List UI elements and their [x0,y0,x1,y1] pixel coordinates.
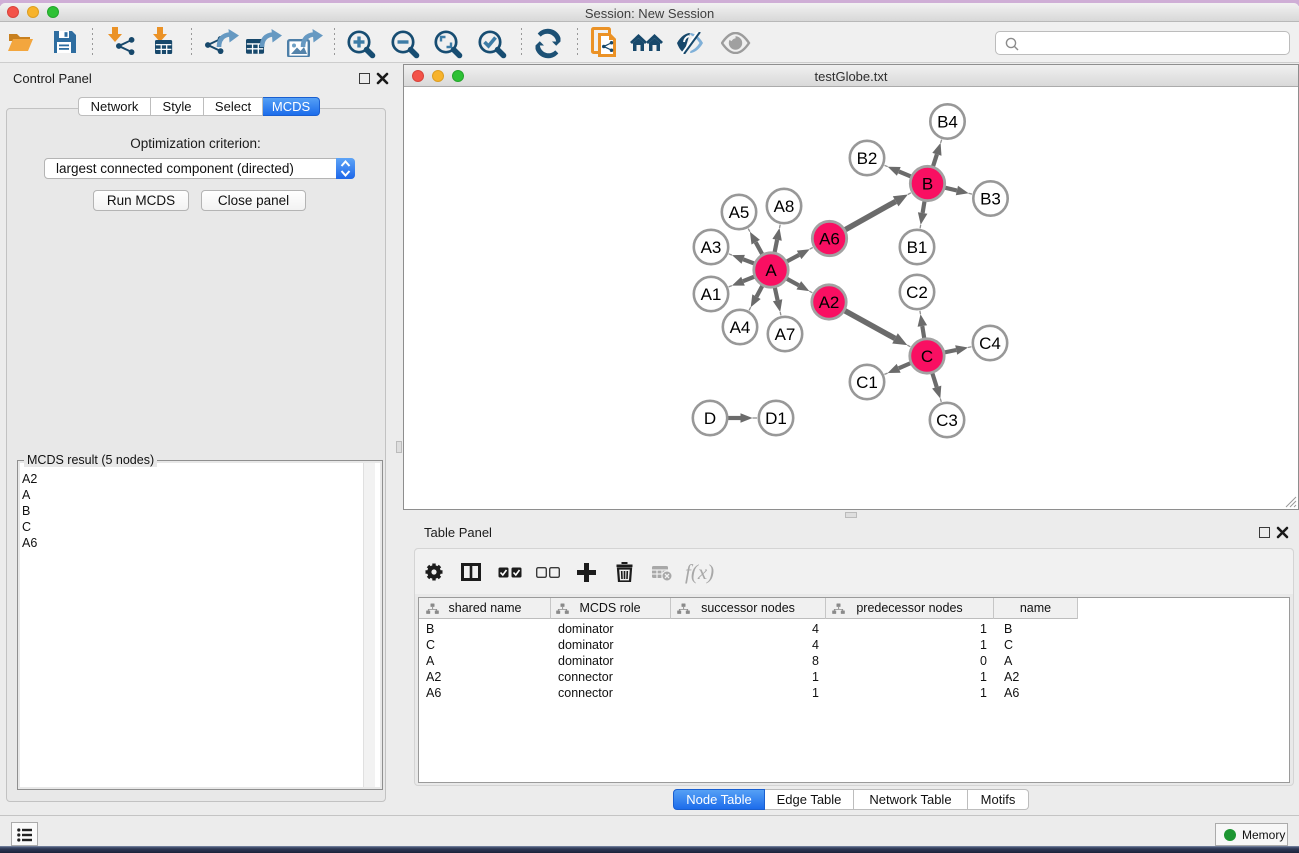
svg-text:C4: C4 [979,334,1001,353]
svg-text:A2: A2 [819,293,840,312]
svg-text:D1: D1 [765,409,787,428]
svg-text:C1: C1 [856,373,878,392]
svg-text:A7: A7 [775,325,796,344]
svg-text:B3: B3 [980,190,1001,209]
svg-text:A8: A8 [774,197,795,216]
svg-text:C: C [921,347,933,366]
svg-text:A: A [765,261,777,280]
svg-text:C3: C3 [936,411,958,430]
svg-text:B4: B4 [937,113,958,132]
svg-text:B2: B2 [857,149,878,168]
svg-text:A3: A3 [701,238,722,257]
svg-text:A1: A1 [701,285,722,304]
svg-text:C2: C2 [906,283,928,302]
svg-text:A4: A4 [730,318,751,337]
svg-text:B1: B1 [907,238,928,257]
svg-text:D: D [704,409,716,428]
svg-text:A5: A5 [729,203,750,222]
svg-text:B: B [922,175,933,194]
svg-text:A6: A6 [819,230,840,249]
